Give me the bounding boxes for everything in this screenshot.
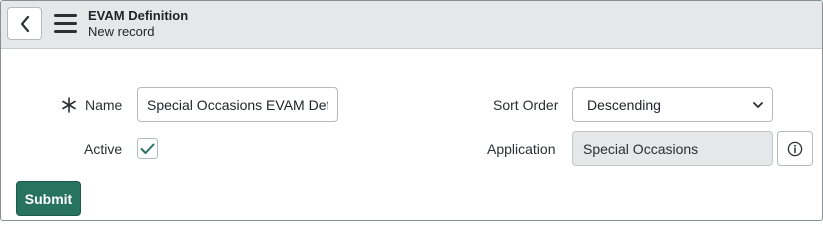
application-info-button[interactable] bbox=[777, 131, 813, 166]
application-value: Special Occasions bbox=[583, 141, 699, 157]
sort-order-select[interactable]: Descending bbox=[572, 87, 773, 122]
back-button[interactable] bbox=[7, 7, 42, 40]
required-asterisk-icon bbox=[62, 97, 76, 113]
application-label: Application bbox=[487, 141, 556, 157]
record-form-window: EVAM Definition New record Name Active S… bbox=[0, 0, 823, 221]
application-field: Special Occasions bbox=[572, 131, 773, 166]
chevron-down-icon bbox=[753, 102, 763, 108]
sort-order-value: Descending bbox=[587, 97, 661, 113]
info-icon bbox=[787, 141, 803, 156]
name-input[interactable] bbox=[137, 87, 338, 122]
checkmark-icon bbox=[140, 143, 155, 154]
form-header: EVAM Definition New record bbox=[1, 1, 822, 49]
submit-button[interactable]: Submit bbox=[16, 181, 81, 216]
active-checkbox[interactable] bbox=[137, 138, 158, 159]
page-subtitle: New record bbox=[88, 24, 155, 39]
page-title: EVAM Definition bbox=[88, 8, 189, 23]
active-label: Active bbox=[84, 141, 123, 157]
hamburger-menu-icon[interactable] bbox=[54, 14, 77, 33]
chevron-left-icon bbox=[20, 15, 29, 32]
name-label: Name bbox=[85, 97, 123, 113]
sort-order-label: Sort Order bbox=[493, 97, 559, 113]
